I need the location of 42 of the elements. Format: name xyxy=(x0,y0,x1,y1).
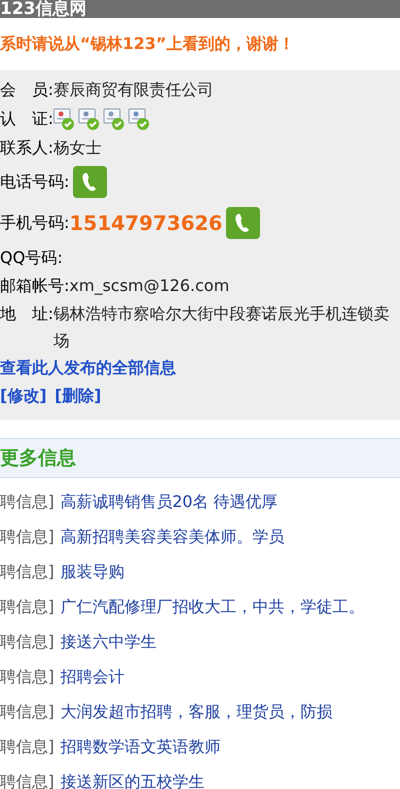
post-category: 聘信息] xyxy=(0,596,54,618)
field-label: 电话号码: xyxy=(0,171,70,193)
post-link[interactable]: 高薪诚聘销售员20名 待遇优厚 xyxy=(60,490,278,514)
post-category: 聘信息] xyxy=(0,736,54,758)
post-link[interactable]: 接送六中学生 xyxy=(60,630,156,654)
field-value: 杨女士 xyxy=(53,137,102,159)
field-label: 联系人: xyxy=(0,138,54,157)
certificate-icon xyxy=(103,107,126,131)
field-label: 会 员: xyxy=(0,80,54,99)
post-link[interactable]: 招聘会计 xyxy=(60,664,124,688)
post-link[interactable]: 广仁汽配修理厂招收大工，中共，学徒工。 xyxy=(60,594,364,618)
post-category: 聘信息] xyxy=(0,526,54,548)
field-label: QQ号码: xyxy=(0,248,63,267)
post-link[interactable]: 大润发超市招聘，客服，理货员，防损 xyxy=(60,700,332,724)
field-value: 锡林浩特市察哈尔大街中段赛诺辰光手机连锁卖场 xyxy=(53,303,390,352)
notice-text: 系时请说从“锡林123”上看到的，谢谢！ xyxy=(0,33,294,55)
post-category: 聘信息] xyxy=(0,700,54,722)
certificate-icon xyxy=(53,107,76,131)
certificate-icon xyxy=(78,107,100,131)
field-label: 认 证: xyxy=(0,108,54,130)
post-category: 聘信息] xyxy=(0,490,54,512)
post-link[interactable]: 服装导购 xyxy=(60,560,124,584)
all-posts-link[interactable]: 查看此人发布的全部信息 xyxy=(0,356,176,380)
post-category: 聘信息] xyxy=(0,770,54,789)
phone-icon[interactable] xyxy=(226,207,260,239)
field-value: xm_scsm@126.com xyxy=(69,275,230,297)
field-label: 地 址: xyxy=(0,304,54,323)
post-link[interactable]: 接送新区的五校学生 xyxy=(60,770,204,789)
post-category: 聘信息] xyxy=(0,666,54,688)
field-label: 手机号码: xyxy=(0,212,70,234)
action-link[interactable]: [删除] xyxy=(54,384,102,408)
section-title: 更多信息 xyxy=(0,446,76,471)
field-value: 赛辰商贸有限责任公司 xyxy=(53,79,214,101)
field-label: 邮箱帐号: xyxy=(0,276,70,295)
post-category: 聘信息] xyxy=(0,630,54,652)
action-link[interactable]: [修改] xyxy=(0,384,47,408)
post-link[interactable]: 高新招聘美容美容美体师。学员 xyxy=(60,524,284,548)
post-link[interactable]: 招聘数学语文英语教师 xyxy=(60,734,220,758)
certificate-icon xyxy=(128,107,150,131)
site-title: 123信息网 xyxy=(0,1,86,18)
post-category: 聘信息] xyxy=(0,560,54,582)
phone-icon[interactable] xyxy=(73,166,108,198)
